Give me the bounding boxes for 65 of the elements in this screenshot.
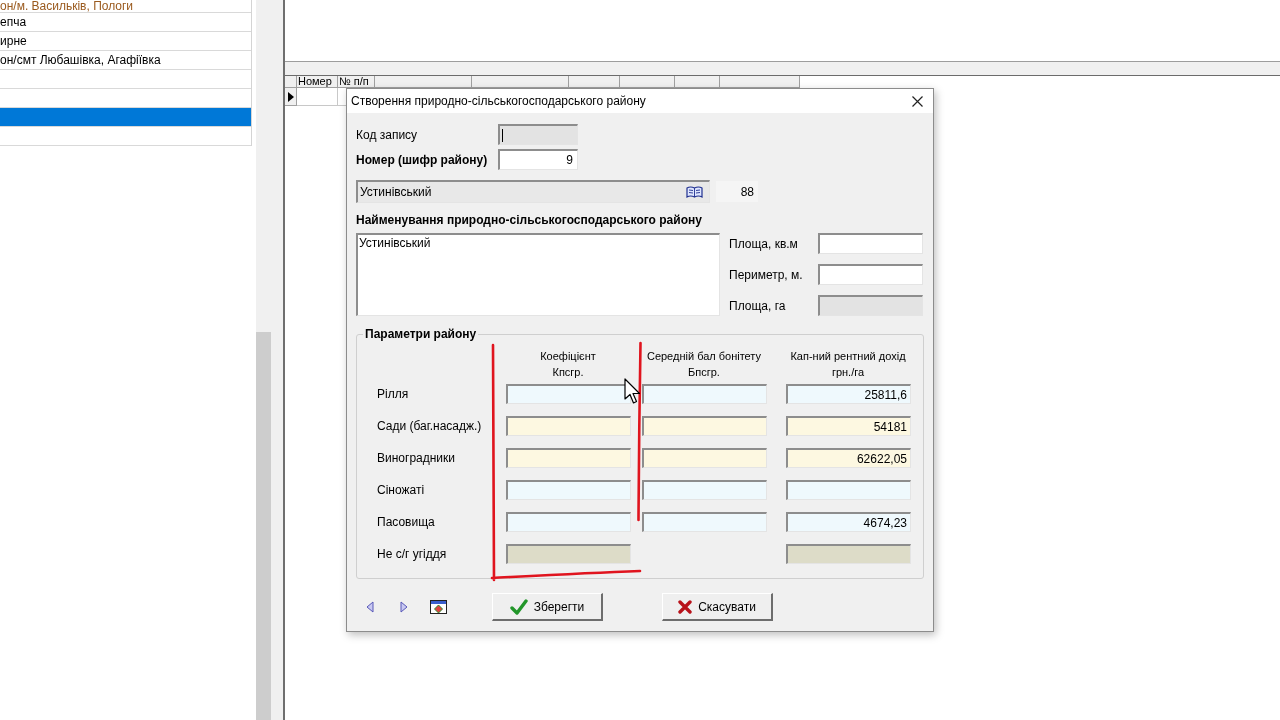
column-header[interactable]: Номер <box>297 76 338 88</box>
scrollbar-thumb[interactable] <box>256 332 271 720</box>
list-item[interactable] <box>0 108 251 127</box>
input-field[interactable] <box>642 512 767 532</box>
column-header: Кап-ний рентний дохід грн./га <box>789 349 907 380</box>
cancel-button[interactable]: Скасувати <box>662 593 773 621</box>
row-label: Рілля <box>377 386 410 403</box>
column-header[interactable]: № п/п <box>338 76 375 88</box>
input-field[interactable] <box>642 448 767 468</box>
column-header[interactable] <box>620 76 675 88</box>
input-field[interactable]: 62622,05 <box>786 448 911 468</box>
input-field[interactable] <box>818 264 923 285</box>
row-header[interactable] <box>285 88 297 106</box>
field-label: Код запису <box>356 126 419 144</box>
column-header: Середній бал бонітету Бпсгр. <box>645 349 763 380</box>
input-field[interactable]: 4674,23 <box>786 512 911 532</box>
input-field[interactable] <box>642 480 767 500</box>
row-label: Сіножаті <box>377 482 426 499</box>
input-field[interactable] <box>506 448 631 468</box>
mouse-pointer-icon <box>624 378 641 405</box>
dialog-title: Створення природно-сільськогосподарського району <box>351 93 646 110</box>
input-field[interactable] <box>506 544 631 564</box>
field-label: Номер (шифр району) <box>356 151 489 169</box>
lookup-field[interactable]: Устинівський <box>356 180 710 203</box>
input-field[interactable] <box>642 416 767 436</box>
close-icon[interactable] <box>912 95 923 107</box>
list-item[interactable]: он/м. Васильків, Пологи <box>0 0 251 13</box>
textarea-field[interactable]: Устинівський <box>356 233 720 316</box>
field-label: Площа, га <box>729 297 787 315</box>
column-header[interactable] <box>375 76 472 88</box>
input-field[interactable] <box>786 480 911 500</box>
save-button[interactable]: Зберегти <box>492 593 603 621</box>
input-field[interactable] <box>506 416 631 436</box>
input-field[interactable]: 9 <box>498 149 578 170</box>
column-header[interactable] <box>675 76 720 88</box>
group-box-title: Параметри району <box>364 327 478 341</box>
row-label: Пасовища <box>377 514 436 531</box>
column-header: Коефіцієнт Кпсгр. <box>539 349 597 380</box>
right-triangle-icon[interactable] <box>400 601 408 613</box>
field-label: Периметр, м. <box>729 266 804 284</box>
input-field[interactable] <box>786 544 911 564</box>
column-header[interactable] <box>569 76 620 88</box>
column-header <box>285 76 297 88</box>
district-code: 88 <box>716 181 758 202</box>
row-label: Сади (баг.насадж.) <box>377 418 483 435</box>
column-header[interactable] <box>720 76 800 88</box>
lookup-value: Устинівський <box>360 184 432 201</box>
input-field[interactable] <box>506 480 631 500</box>
section-heading: Найменування природно-сільськогосподарського району <box>356 213 702 227</box>
column-header[interactable] <box>472 76 569 88</box>
input-field[interactable] <box>642 384 767 404</box>
check-icon <box>509 598 528 615</box>
list-item[interactable]: он/смт Любашівка, Агафіївка <box>0 51 251 70</box>
row-label: Не с/г угіддя <box>377 546 448 563</box>
row-label: Виноградники <box>377 450 457 467</box>
input-field[interactable] <box>506 512 631 532</box>
input-field[interactable]: 54181 <box>786 416 911 436</box>
window-icon[interactable] <box>430 600 447 614</box>
input-field[interactable] <box>818 233 923 254</box>
input-field[interactable]: 25811,6 <box>786 384 911 404</box>
input-field[interactable] <box>506 384 631 404</box>
open-book-icon[interactable] <box>686 186 703 198</box>
field-label: Площа, кв.м <box>729 235 799 253</box>
cross-icon <box>678 599 693 614</box>
left-triangle-icon[interactable] <box>366 601 374 613</box>
